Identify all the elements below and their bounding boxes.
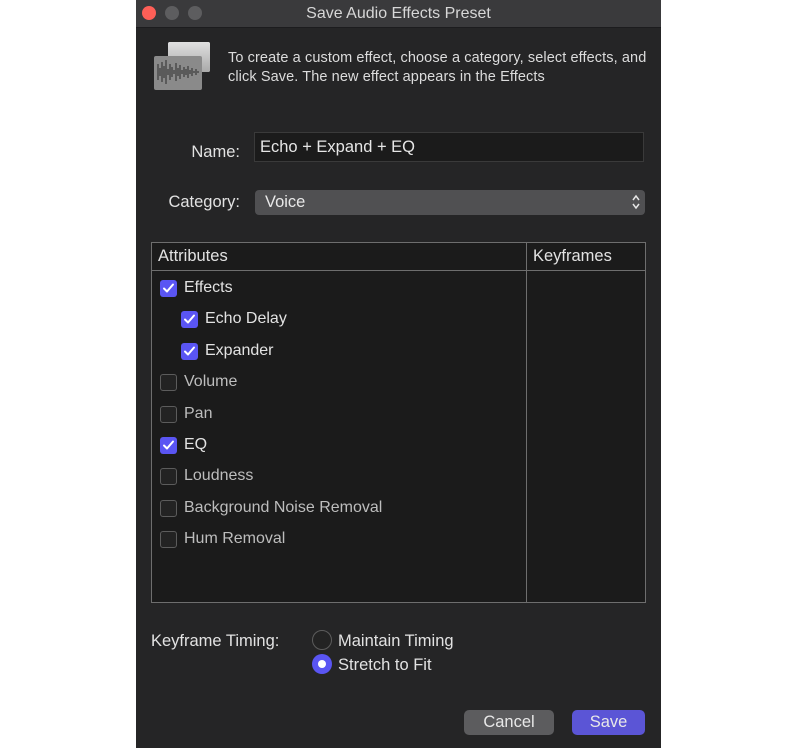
attribute-label[interactable]: Hum Removal: [184, 530, 285, 548]
name-input[interactable]: Echo + Expand + EQ: [254, 132, 644, 162]
checkmark-icon: [184, 314, 195, 324]
attribute-label[interactable]: Loudness: [184, 467, 253, 485]
category-select[interactable]: Voice: [255, 190, 645, 215]
stretch-to-fit-radio[interactable]: [312, 654, 332, 674]
attribute-checkbox[interactable]: [160, 499, 177, 517]
checkmark-icon: [163, 440, 174, 450]
attribute-checkbox[interactable]: [160, 531, 177, 549]
attribute-label[interactable]: Expander: [205, 342, 274, 360]
up-down-chevron-icon: [631, 192, 641, 217]
attribute-label[interactable]: Volume: [184, 373, 237, 391]
attribute-label[interactable]: Echo Delay: [205, 310, 287, 328]
attribute-checkbox[interactable]: [160, 405, 177, 423]
checkmark-icon: [184, 346, 195, 356]
attribute-checkbox[interactable]: [160, 280, 177, 297]
keyframes-column-header[interactable]: Keyframes: [533, 247, 612, 266]
title-bar: Save Audio Effects Preset: [136, 0, 661, 28]
keyframe-timing-label: Keyframe Timing:: [151, 632, 280, 650]
window-title: Save Audio Effects Preset: [306, 5, 491, 22]
attribute-checkbox[interactable]: [160, 468, 177, 486]
column-divider: [526, 243, 527, 602]
stretch-to-fit-label[interactable]: Stretch to Fit: [338, 656, 432, 675]
attribute-label[interactable]: Background Noise Removal: [184, 499, 382, 517]
save-button[interactable]: Save: [572, 710, 645, 735]
category-value: Voice: [265, 193, 306, 211]
attribute-label[interactable]: Pan: [184, 405, 212, 423]
attribute-checkbox[interactable]: [181, 311, 198, 329]
attributes-column-header[interactable]: Attributes: [158, 247, 228, 266]
dialog-description: To create a custom effect, choose a cate…: [228, 50, 647, 85]
attribute-checkbox[interactable]: [181, 342, 198, 360]
attribute-checkbox[interactable]: [160, 437, 177, 454]
attribute-label[interactable]: EQ: [184, 436, 207, 454]
category-label: Category:: [168, 193, 240, 211]
name-label: Name:: [191, 143, 240, 161]
attributes-table: Attributes Keyframes Effects Echo Delay Ex…: [151, 242, 646, 603]
maintain-timing-label[interactable]: Maintain Timing: [338, 632, 454, 651]
attribute-checkbox[interactable]: [160, 374, 177, 392]
audio-waveform-icon: [154, 42, 212, 92]
table-header: Attributes Keyframes: [152, 243, 645, 271]
attribute-label[interactable]: Effects: [184, 279, 233, 297]
maintain-timing-radio[interactable]: [312, 630, 332, 650]
save-preset-dialog: Save Audio Effects Preset To create a cu…: [136, 0, 661, 748]
cancel-button[interactable]: Cancel: [464, 710, 554, 735]
checkmark-icon: [163, 283, 174, 293]
